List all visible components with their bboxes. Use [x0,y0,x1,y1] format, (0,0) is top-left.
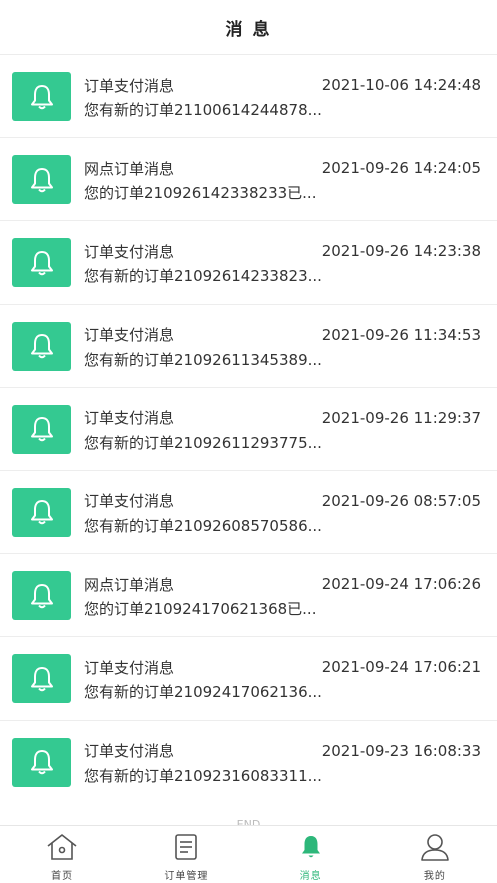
message-item[interactable]: 网点订单消息 2021-09-26 14:24:05 您的订单210926142… [0,138,497,222]
message-title: 订单支付消息 [84,409,175,428]
tab-mine[interactable]: 我的 [373,826,497,883]
tab-order-management[interactable]: 订单管理 [124,826,248,883]
message-time: 2021-09-23 16:08:33 [321,741,481,760]
message-time: 2021-09-26 14:23:38 [321,242,481,261]
message-title: 订单支付消息 [84,658,175,677]
bell-icon [12,654,71,704]
message-preview: 您有新的订单21092611293775... [84,433,322,452]
message-item[interactable]: 订单支付消息 2021-09-26 11:29:37 您有新的订单2109261… [0,388,497,471]
message-title: 订单支付消息 [84,742,175,760]
user-icon [418,831,452,863]
message-title: 订单支付消息 [84,492,175,511]
message-preview: 您的订单210924170621368已... [84,600,317,619]
tab-order-management-label: 订单管理 [164,871,209,882]
message-preview: 您有新的订单21092417062136... [84,683,322,702]
tab-messages-label: 消息 [299,871,322,882]
order-list-icon [169,831,203,863]
message-preview: 您有新的订单21092316083311... [84,766,322,785]
bottom-tab-bar: 首页 订单管理 消息 我的 [0,825,497,883]
bell-icon [12,72,71,121]
tab-mine-label: 我的 [423,871,446,882]
message-item[interactable]: 订单支付消息 2021-09-26 08:57:05 您有新的订单2109260… [0,471,497,555]
bell-icon [294,831,328,863]
bell-icon [12,571,71,621]
message-preview: 您有新的订单21092611345389... [84,350,322,369]
message-time: 2021-09-24 17:06:21 [321,658,481,677]
message-preview: 您有新的订单21092614233823... [84,267,322,286]
message-preview: 您的订单210926142338233已... [84,184,317,203]
message-time: 2021-10-06 14:24:48 [321,76,481,94]
tab-messages[interactable]: 消息 [249,826,373,883]
message-time: 2021-09-26 11:29:37 [321,408,481,427]
message-title: 订单支付消息 [84,242,175,261]
message-time: 2021-09-26 11:34:53 [321,325,481,344]
message-item[interactable]: 订单支付消息 2021-09-23 16:08:33 您有新的订单2109231… [0,721,497,804]
page-title: 消 息 [225,19,272,40]
page-header: 消 息 [0,0,497,55]
tab-home[interactable]: 首页 [0,826,124,883]
message-title: 订单支付消息 [84,76,175,95]
tab-home-label: 首页 [51,871,74,882]
message-time: 2021-09-24 17:06:26 [321,575,481,594]
message-preview: 您有新的订单21100614244878... [84,101,322,119]
bell-icon [12,238,71,288]
bell-icon [12,155,71,205]
bell-icon [12,321,71,371]
message-time: 2021-09-26 14:24:05 [321,159,481,178]
message-time: 2021-09-26 08:57:05 [321,491,481,510]
message-title: 订单支付消息 [84,326,175,345]
bell-icon [12,404,71,454]
bell-icon [12,487,71,537]
message-item[interactable]: 订单支付消息 2021-09-24 17:06:21 您有新的订单2109241… [0,637,497,721]
home-icon [45,831,79,863]
bell-icon [12,737,71,787]
message-item[interactable]: 订单支付消息 2021-10-06 14:24:48 您有新的订单2110061… [0,55,497,139]
message-item[interactable]: 订单支付消息 2021-09-26 14:23:38 您有新的订单2109261… [0,221,497,305]
message-title: 网点订单消息 [84,159,175,178]
message-list: 订单支付消息 2021-10-06 14:24:48 您有新的订单2110061… [0,55,497,804]
message-preview: 您有新的订单21092608570586... [84,516,322,535]
message-title: 网点订单消息 [84,575,175,594]
message-item[interactable]: 订单支付消息 2021-09-26 11:34:53 您有新的订单2109261… [0,305,497,388]
message-item[interactable]: 网点订单消息 2021-09-24 17:06:26 您的订单210924170… [0,554,497,638]
